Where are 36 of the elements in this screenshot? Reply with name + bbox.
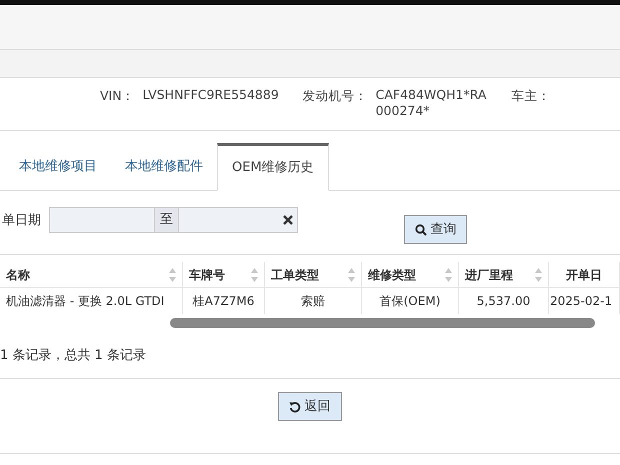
- sort-icon: [169, 268, 176, 282]
- clear-icon[interactable]: [283, 215, 293, 225]
- date-from-field[interactable]: [49, 207, 155, 233]
- field-value: CAF484WQH1*RA000274*: [376, 87, 488, 118]
- sort-icon: [445, 268, 452, 282]
- table-cell: 2025-02-1: [549, 288, 620, 314]
- table-cell: 索赔: [265, 288, 362, 314]
- range-separator: 至: [155, 207, 178, 233]
- pager-text: 1 条记录，总共 1 条记录: [0, 348, 146, 363]
- back-button[interactable]: 返回: [278, 392, 342, 421]
- tab[interactable]: 本地维修项目: [5, 143, 111, 190]
- column-header[interactable]: 维修类型: [362, 262, 459, 288]
- table-cell: 机油滤清器 - 更换 2.0L GTDI: [0, 288, 183, 314]
- column-header[interactable]: 名称: [0, 262, 183, 288]
- date-to-field[interactable]: [178, 207, 298, 233]
- tab[interactable]: OEM维修历史: [217, 143, 329, 191]
- sort-icon: [251, 268, 258, 282]
- filter-label: 单日期: [2, 212, 41, 230]
- tab[interactable]: 本地维修配件: [111, 143, 217, 190]
- field-label: VIN：: [100, 87, 135, 105]
- column-header[interactable]: 工单类型: [265, 262, 362, 288]
- table-cell: 桂A7Z7M6: [183, 288, 265, 314]
- search-button[interactable]: 查询: [404, 215, 468, 244]
- table-cell: 5,537.00: [459, 288, 549, 314]
- column-header[interactable]: 车牌号: [183, 262, 265, 288]
- field-label: 发动机号：: [302, 87, 368, 105]
- column-header[interactable]: 进厂里程: [459, 262, 549, 288]
- scrollbar-thumb[interactable]: [170, 318, 595, 328]
- table-cell: 首保(OEM): [362, 288, 459, 314]
- field-value: LVSHNFFC9RE554889: [142, 87, 280, 103]
- refresh-icon: [289, 400, 302, 412]
- search-icon: [415, 224, 427, 236]
- field-label: 车主：: [512, 87, 551, 105]
- sort-icon: [535, 268, 542, 282]
- column-header: 开单日: [549, 262, 620, 288]
- sort-icon: [348, 268, 355, 282]
